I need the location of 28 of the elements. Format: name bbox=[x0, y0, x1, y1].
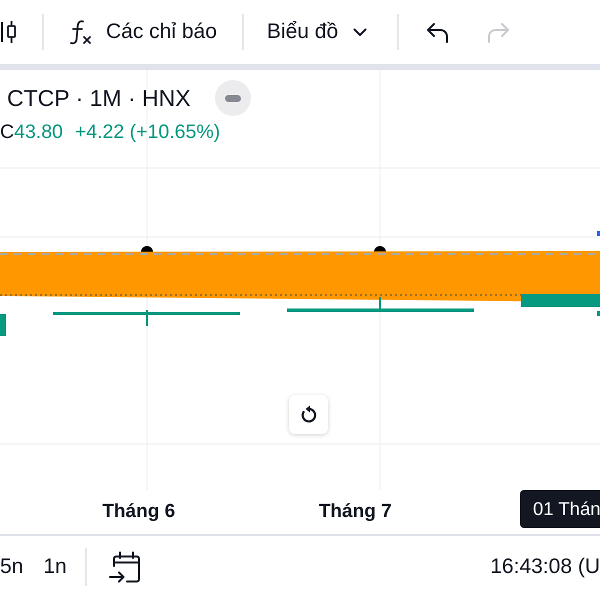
time-axis-label: Tháng 6 bbox=[101, 500, 176, 524]
calendar-arrow-icon bbox=[108, 550, 143, 584]
crosshair-date-label: 01 Thán bbox=[520, 490, 600, 528]
interval-button[interactable]: 1n bbox=[43, 555, 67, 579]
change-value: +4.22 (+10.65%) bbox=[74, 121, 220, 144]
interval-button[interactable]: 5n bbox=[0, 555, 24, 579]
chart-style-button[interactable] bbox=[0, 21, 17, 43]
symbol-title: CTCP · 1M · HNX bbox=[7, 84, 191, 112]
reset-chart-button[interactable] bbox=[289, 395, 328, 434]
redo-icon bbox=[487, 22, 510, 42]
edge-marker bbox=[597, 231, 600, 236]
collapse-button[interactable] bbox=[214, 80, 251, 116]
close-value: 43.80 bbox=[14, 121, 63, 144]
function-icon bbox=[69, 18, 93, 46]
chevron-down-icon bbox=[353, 28, 368, 36]
reset-icon bbox=[298, 404, 318, 424]
event-marker bbox=[141, 246, 153, 252]
go-to-date-button[interactable] bbox=[108, 550, 143, 584]
edge-marker bbox=[597, 311, 600, 316]
undo-button[interactable] bbox=[426, 22, 450, 42]
minus-icon bbox=[224, 94, 241, 102]
candle bbox=[0, 314, 6, 336]
close-label: C bbox=[0, 121, 14, 144]
undo-icon bbox=[426, 22, 450, 42]
clock-text: 16:43:08 (U bbox=[490, 555, 600, 579]
indicators-button[interactable]: Các chỉ báo bbox=[69, 18, 217, 46]
chart-type-menu[interactable]: Biểu đồ bbox=[266, 20, 368, 44]
time-axis-label: Tháng 7 bbox=[318, 500, 393, 524]
